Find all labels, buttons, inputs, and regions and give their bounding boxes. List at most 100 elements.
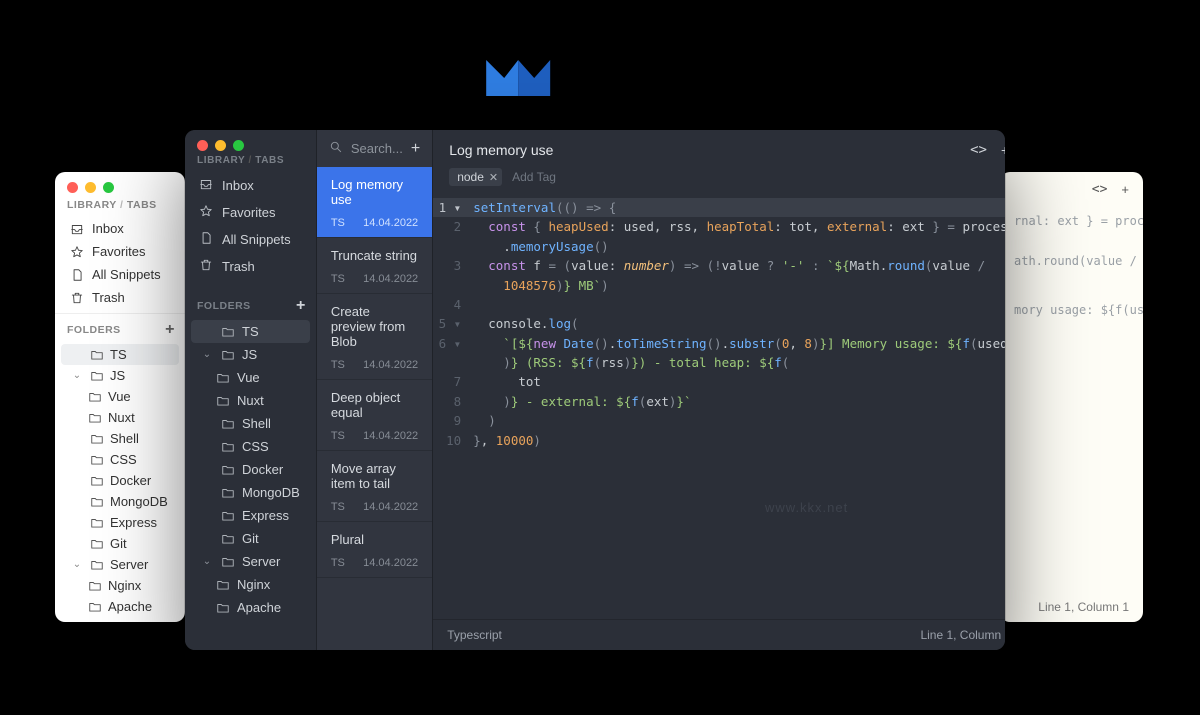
chevron-down-icon[interactable]: ⌄: [71, 559, 83, 570]
snippet-item[interactable]: Plural TS14.04.2022: [317, 522, 432, 578]
folder-icon: [89, 369, 104, 383]
folder-nginx[interactable]: Nginx: [191, 573, 310, 596]
chevron-down-icon[interactable]: ⌄: [201, 349, 213, 360]
sidebar-item-favorites[interactable]: Favorites: [55, 240, 185, 263]
snippet-lang: TS: [331, 430, 345, 442]
folder-ts[interactable]: TS: [191, 320, 310, 343]
folder-icon: [89, 537, 104, 551]
add-folder-button[interactable]: +: [165, 322, 175, 338]
folder-nuxt[interactable]: Nuxt: [191, 389, 310, 412]
folder-shell[interactable]: Shell: [61, 428, 179, 449]
trash-icon: [69, 291, 84, 305]
folder-mongodb[interactable]: MongoDB: [61, 491, 179, 512]
search-input[interactable]: Search...: [351, 141, 403, 156]
folder-icon: [220, 486, 235, 500]
snippet-date: 14.04.2022: [363, 359, 418, 371]
snippet-item[interactable]: Move array item to tail TS14.04.2022: [317, 451, 432, 522]
code-editor[interactable]: 1 ▾setInterval(() => { 2 const { heapUse…: [433, 194, 1005, 619]
folder-css[interactable]: CSS: [191, 435, 310, 458]
folder-vue[interactable]: Vue: [191, 366, 310, 389]
snippet-item[interactable]: Create preview from Blob TS 14.04.2022: [317, 294, 432, 380]
snippet-date: 14.04.2022: [363, 430, 418, 442]
snippet-title: Move array item to tail: [331, 461, 418, 491]
window-controls[interactable]: [185, 130, 316, 153]
code-line: ath.round(value /: [1014, 251, 1129, 271]
folder-shell[interactable]: Shell: [191, 412, 310, 435]
folder-git[interactable]: Git: [61, 533, 179, 554]
folder-icon: [89, 348, 104, 362]
sidebar-item-trash[interactable]: Trash: [55, 286, 185, 309]
chevron-down-icon[interactable]: ⌄: [71, 370, 83, 381]
folder-label: JS: [110, 368, 125, 383]
folder-label: Docker: [110, 473, 151, 488]
folder-server[interactable]: ⌄Server: [191, 550, 310, 573]
folder-apache[interactable]: Apache: [61, 596, 179, 617]
code-preview: rnal: ext } = process ath.round(value / …: [1000, 207, 1143, 320]
folder-js[interactable]: ⌄JS: [191, 343, 310, 366]
folder-icon: [87, 390, 102, 404]
snippet-item[interactable]: Deep object equal TS 14.04.2022: [317, 380, 432, 451]
sidebar-item-all-snippets[interactable]: All Snippets: [185, 226, 316, 253]
folder-icon: [220, 325, 235, 339]
folder-vue[interactable]: Vue: [61, 386, 179, 407]
folder-git[interactable]: Git: [191, 527, 310, 550]
light-editor-window: <> + rnal: ext } = process ath.round(val…: [1000, 172, 1143, 622]
library-header: LIBRARY / TABS: [185, 153, 316, 172]
editor-title[interactable]: Log memory use: [449, 142, 553, 158]
sidebar-item-inbox[interactable]: Inbox: [55, 217, 185, 240]
editor-language[interactable]: Typescript: [447, 628, 502, 642]
folder-icon: [220, 417, 235, 431]
folder-label: Shell: [110, 431, 139, 446]
sidebar: LIBRARY / TABS Inbox Favorites All Snipp…: [185, 130, 316, 650]
code-icon[interactable]: <>: [1092, 182, 1108, 197]
snippet-item[interactable]: Truncate string TS14.04.2022: [317, 238, 432, 294]
maximize-icon[interactable]: [233, 140, 244, 151]
tag-chip[interactable]: node✕: [449, 168, 502, 186]
snippet-date: 14.04.2022: [363, 273, 418, 285]
snippet-title: Create preview from Blob: [331, 304, 418, 349]
folder-nuxt[interactable]: Nuxt: [61, 407, 179, 428]
sidebar-item-inbox[interactable]: Inbox: [185, 172, 316, 199]
folder-server[interactable]: ⌄Server: [61, 554, 179, 575]
folder-css[interactable]: CSS: [61, 449, 179, 470]
code-icon[interactable]: <>: [970, 142, 987, 158]
minimize-icon[interactable]: [85, 182, 96, 193]
folder-docker[interactable]: Docker: [61, 470, 179, 491]
folder-icon: [220, 440, 235, 454]
snippet-title: Deep object equal: [331, 390, 418, 420]
snippet-lang: TS: [331, 359, 345, 371]
close-icon[interactable]: [197, 140, 208, 151]
maximize-icon[interactable]: [103, 182, 114, 193]
folder-express[interactable]: Express: [61, 512, 179, 533]
window-controls[interactable]: [55, 172, 185, 197]
folder-apache[interactable]: Apache: [191, 596, 310, 619]
sidebar-item-all-snippets[interactable]: All Snippets: [55, 263, 185, 286]
snippet-lang: TS: [331, 557, 345, 569]
folder-mongodb[interactable]: MongoDB: [191, 481, 310, 504]
close-icon[interactable]: [67, 182, 78, 193]
remove-tag-icon[interactable]: ✕: [489, 171, 498, 184]
sidebar-item-label: Favorites: [92, 244, 145, 259]
folder-ts[interactable]: TS: [61, 344, 179, 365]
brand-logo: [484, 50, 552, 100]
snippet-list: Search... + Log memory use TS14.04.2022 …: [316, 130, 433, 650]
chevron-down-icon[interactable]: ⌄: [201, 556, 213, 567]
folder-express[interactable]: Express: [191, 504, 310, 527]
add-folder-button[interactable]: +: [296, 298, 306, 314]
folder-icon: [89, 558, 104, 572]
sidebar-item-favorites[interactable]: Favorites: [185, 199, 316, 226]
add-snippet-button[interactable]: +: [411, 141, 420, 157]
minimize-icon[interactable]: [215, 140, 226, 151]
folder-js[interactable]: ⌄ JS: [61, 365, 179, 386]
add-tag-input[interactable]: Add Tag: [512, 170, 556, 184]
sidebar-item-trash[interactable]: Trash: [185, 253, 316, 280]
star-icon: [69, 245, 84, 259]
folder-label: Nuxt: [237, 393, 264, 408]
folder-docker[interactable]: Docker: [191, 458, 310, 481]
folder-nginx[interactable]: Nginx: [61, 575, 179, 596]
plus-icon[interactable]: +: [1121, 182, 1129, 197]
snippet-lang: TS: [331, 217, 345, 229]
folder-label: TS: [110, 347, 127, 362]
add-fragment-button[interactable]: +: [1001, 142, 1005, 158]
snippet-item[interactable]: Log memory use TS14.04.2022: [317, 167, 432, 238]
